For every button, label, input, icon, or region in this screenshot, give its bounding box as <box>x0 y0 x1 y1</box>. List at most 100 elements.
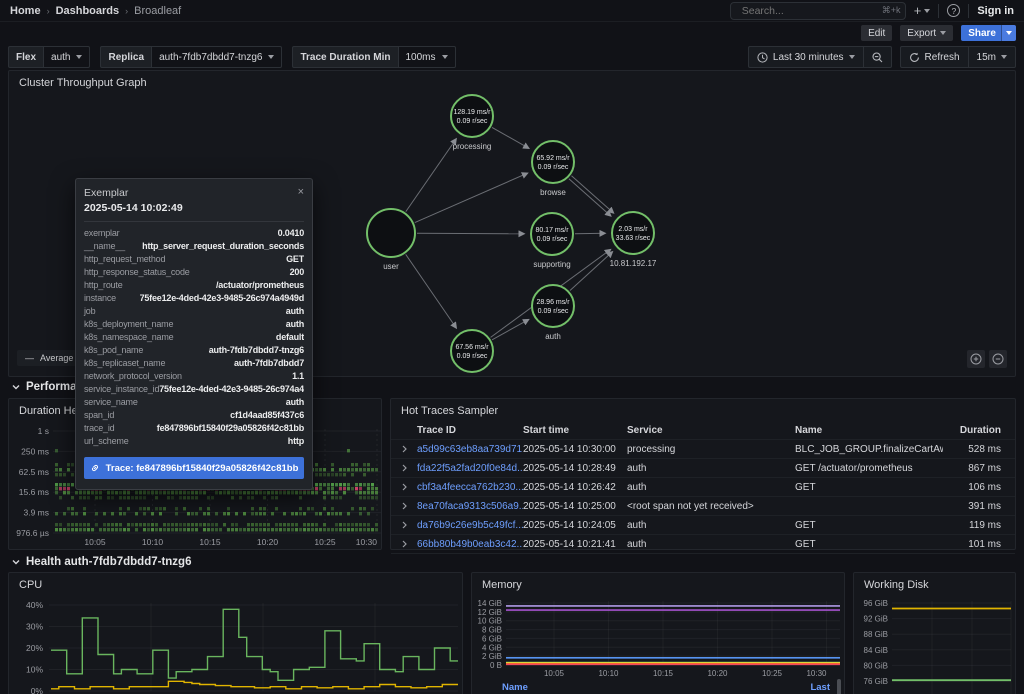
panel-title[interactable]: CPU <box>19 579 42 591</box>
row-expander[interactable] <box>391 540 417 548</box>
tooltip-value: http <box>129 436 304 446</box>
variable-trace-duration-select[interactable]: 100ms <box>398 46 456 68</box>
svg-text:33.63 r/sec: 33.63 r/sec <box>616 235 651 242</box>
panel-title[interactable]: Hot Traces Sampler <box>401 405 498 417</box>
memory-y-tick: 12 GiB <box>478 608 502 617</box>
variable-flex-value: auth <box>51 52 70 63</box>
trace-id-link[interactable]: da76b9c26e9b5c49fcf... <box>417 520 523 531</box>
disk-y-tick: 92 GiB <box>864 615 888 624</box>
graph-node-10.81.192.17[interactable]: 2.03 ms/r33.63 r/sec10.81.192.17 <box>610 212 657 268</box>
trace-id-link[interactable]: 66bb80b49b0eab3c42... <box>417 539 523 550</box>
row-expander[interactable] <box>391 464 417 472</box>
memory-y-tick: 4 GiB <box>482 643 502 652</box>
column-header-name[interactable]: Name <box>795 425 943 436</box>
tooltip-key: url_scheme <box>84 436 129 446</box>
variable-trace-duration-value: 100ms <box>406 52 436 63</box>
panel-title[interactable]: Cluster Throughput Graph <box>19 77 147 89</box>
column-header-trace-id[interactable]: Trace ID <box>417 425 523 436</box>
trace-id-link[interactable]: a5d99c63eb8aa739d71... <box>417 444 523 455</box>
health-section-header[interactable]: Health auth-7fdb7dbdd7-tnzg6 <box>12 556 191 568</box>
graph-zoom-in-button[interactable] <box>967 350 985 368</box>
column-header-service[interactable]: Service <box>627 425 795 436</box>
graph-edge <box>569 179 611 216</box>
refresh-button[interactable]: Refresh <box>900 46 968 68</box>
heatmap-x-tick: 10:15 <box>199 537 221 547</box>
graph-node-user[interactable]: user <box>367 209 415 271</box>
trace-start-time: 2025-05-14 10:28:49 <box>523 463 627 474</box>
tooltip-timestamp: 2025-05-14 10:02:49 <box>84 202 304 214</box>
refresh-interval-select[interactable]: 15m <box>968 46 1016 68</box>
row-expander[interactable] <box>391 521 417 529</box>
tooltip-row: trace_idfe847896bf15840f29a05826f42c81bb <box>84 423 304 436</box>
graph-node-supporting[interactable]: 80.17 ms/r0.09 r/secsupporting <box>531 213 573 269</box>
export-button[interactable]: Export <box>900 25 953 41</box>
heatmap-y-tick: 976.6 µs <box>16 528 49 538</box>
chevron-right-icon <box>402 483 407 491</box>
close-icon[interactable]: × <box>298 187 304 197</box>
time-range-picker[interactable]: Last 30 minutes <box>748 46 863 68</box>
panel-title[interactable]: Working Disk <box>864 579 929 591</box>
variable-trace-duration: Trace Duration Min 100ms <box>292 46 455 68</box>
tooltip-key: k8s_replicaset_name <box>84 358 165 368</box>
chevron-right-icon <box>402 521 407 529</box>
heatmap-band <box>55 528 378 531</box>
tooltip-row: network_protocol_version1.1 <box>84 371 304 384</box>
disk-y-tick: 96 GiB <box>864 599 888 608</box>
chevron-right-icon <box>402 502 407 510</box>
legend-name-header[interactable]: Name <box>502 682 528 693</box>
cpu-series-yellow <box>51 681 458 689</box>
tooltip-value: auth-7fdb7dbdd7-tnzg6 <box>143 345 304 355</box>
traces-table: Trace IDStart timeServiceNameDuration a5d… <box>391 421 1015 554</box>
help-icon[interactable]: ? <box>947 4 960 17</box>
search-input[interactable] <box>742 5 877 17</box>
search-box[interactable]: ⌘+k <box>730 2 906 20</box>
row-expander[interactable] <box>391 483 417 491</box>
trace-service: auth <box>627 520 795 531</box>
share-button[interactable]: Share <box>961 25 1001 41</box>
row-expander[interactable] <box>391 502 417 510</box>
graph-zoom-out-button[interactable] <box>989 350 1007 368</box>
trace-id-link[interactable]: fda22f5a2fad20f0e84d... <box>417 463 523 474</box>
trace-id-link[interactable]: cbf3a4feecca762b230... <box>417 482 523 493</box>
export-label: Export <box>907 28 936 39</box>
edit-button[interactable]: Edit <box>861 25 892 41</box>
trace-row: 66bb80b49b0eab3c42...2025-05-14 10:21:41… <box>391 535 1015 554</box>
legend-last-header[interactable]: Last <box>810 682 830 693</box>
breadcrumb-home[interactable]: Home <box>10 5 41 17</box>
share-menu-button[interactable] <box>1001 25 1016 41</box>
variable-trace-duration-label: Trace Duration Min <box>292 46 397 68</box>
svg-text:80.17 ms/r: 80.17 ms/r <box>535 227 569 234</box>
working-disk-panel: Working Disk 96 GiB92 GiB88 GiB84 GiB80 … <box>853 572 1016 694</box>
tooltip-key: k8s_pod_name <box>84 345 143 355</box>
column-header-duration[interactable]: Duration <box>943 425 1007 436</box>
divider <box>84 221 304 222</box>
panel-title[interactable]: Memory <box>482 579 522 591</box>
graph-node-processing[interactable]: 128.19 ms/r0.09 r/secprocessing <box>451 95 493 151</box>
variable-replica-label: Replica <box>100 46 151 68</box>
tooltip-key: http_request_method <box>84 254 165 264</box>
graph-edge <box>417 233 524 234</box>
cpu-panel: CPU 40%30%20%10%0% <box>8 572 463 694</box>
dashboard-actions: Edit Export Share <box>0 22 1024 44</box>
sign-in-button[interactable]: Sign in <box>977 5 1014 17</box>
column-header-start-time[interactable]: Start time <box>523 425 627 436</box>
legend-scrollbar[interactable] <box>837 679 841 694</box>
graph-node-auth[interactable]: 28.96 ms/r0.09 r/secauth <box>532 285 574 341</box>
heatmap-band <box>67 507 374 510</box>
heatmap-x-tick: 10:20 <box>257 537 279 547</box>
refresh-icon <box>909 52 920 63</box>
graph-node-unnamed[interactable]: 67.56 ms/r0.09 r/sec <box>451 330 493 372</box>
variable-replica-select[interactable]: auth-7fdb7dbdd7-tnzg6 <box>151 46 282 68</box>
trace-id-link[interactable]: 8ea70faca9313c506a9... <box>417 501 523 512</box>
variable-flex-select[interactable]: auth <box>43 46 90 68</box>
graph-node-browse[interactable]: 65.92 ms/r0.09 r/secbrowse <box>532 141 574 197</box>
memory-legend: Name Last Used 541 MiB <box>472 681 844 694</box>
row-expander[interactable] <box>391 445 417 453</box>
zoom-out-time-button[interactable] <box>863 46 892 68</box>
tooltip-row: instance75fee12e-4ded-42e3-9485-26c974a4… <box>84 293 304 306</box>
breadcrumb-dashboards[interactable]: Dashboards <box>56 5 120 17</box>
tooltip-key: exemplar <box>84 228 119 238</box>
tooltip-row: jobauth <box>84 306 304 319</box>
trace-link-button[interactable]: Trace: fe847896bf15840f29a05826f42c81bb <box>84 457 304 479</box>
add-button[interactable]: + <box>914 3 931 18</box>
